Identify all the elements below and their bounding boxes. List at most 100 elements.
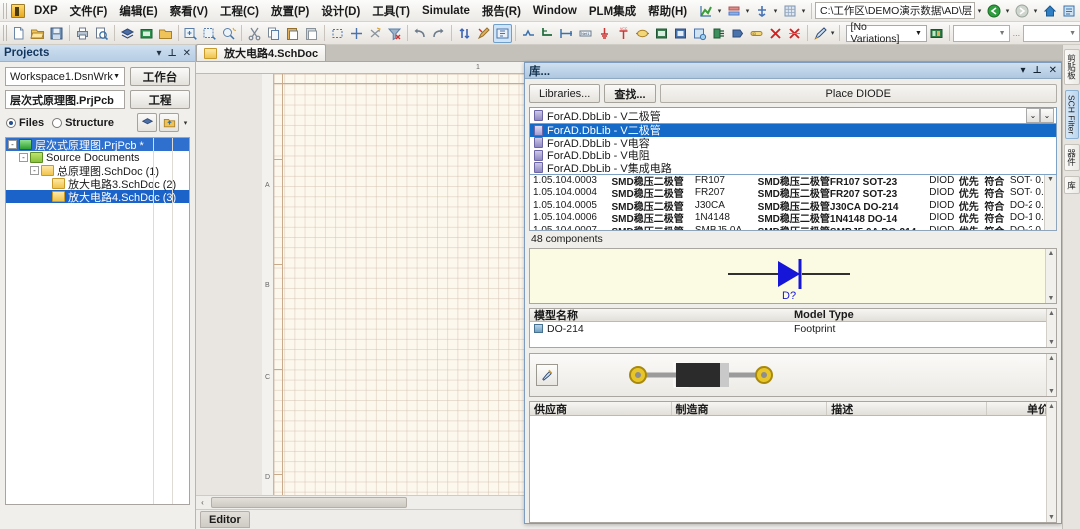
open-document-icon[interactable] [28, 24, 47, 43]
library-expand-icon[interactable]: ⌄ [1040, 108, 1054, 123]
close-icon[interactable]: ✕ [183, 48, 191, 59]
workspace-button[interactable]: 工作台 [130, 67, 190, 86]
pin-icon[interactable]: ⊥ [167, 48, 176, 59]
scroll-up-icon[interactable]: ▲ [1048, 310, 1055, 317]
scroll-down-icon[interactable]: ▼ [1048, 295, 1055, 302]
right-tab-3[interactable]: 库 [1063, 175, 1080, 195]
scroll-up-icon[interactable]: ▲ [1048, 250, 1055, 257]
anchor-tool-icon[interactable] [752, 1, 771, 20]
panel-menu-icon[interactable]: ▾ [1020, 65, 1025, 76]
delete-icon[interactable] [766, 24, 785, 43]
scroll-down-icon[interactable]: ▼ [1048, 388, 1055, 395]
print-preview-icon[interactable] [92, 24, 111, 43]
menu-item-plm[interactable]: PLM集成 [583, 0, 642, 22]
panel-menu-icon[interactable]: ▾ [156, 48, 161, 59]
cut-icon[interactable] [245, 24, 264, 43]
menu-item-place[interactable]: 放置(P) [265, 0, 315, 22]
toolbar-drag-grip[interactable] [3, 25, 8, 41]
place-component-button[interactable]: Place DIODE [659, 84, 1057, 103]
copy-icon[interactable] [264, 24, 283, 43]
documents-icon[interactable] [118, 24, 137, 43]
menu-item-dxp[interactable]: DXP [28, 2, 64, 20]
redo-icon[interactable] [429, 24, 448, 43]
right-tab-1[interactable]: SCH Filter [1064, 89, 1079, 139]
menu-item-project[interactable]: 工程(C) [214, 0, 265, 22]
radio-files[interactable]: Files [6, 117, 44, 129]
layers-filter-icon[interactable] [137, 113, 157, 132]
place-gnd-icon[interactable] [595, 24, 614, 43]
menu-item-edit[interactable]: 编辑(E) [113, 0, 163, 22]
chart-tool-icon[interactable] [696, 1, 715, 20]
radio-structure[interactable]: Structure [52, 117, 114, 129]
place-device-sheet-icon[interactable] [690, 24, 709, 43]
scroll-down-icon[interactable]: ▼ [1048, 514, 1055, 521]
libraries-button[interactable]: Libraries... [529, 84, 601, 103]
cross-probe-icon[interactable] [455, 24, 474, 43]
right-tab-0[interactable]: 剪贴板 [1063, 49, 1080, 85]
print-icon[interactable] [73, 24, 92, 43]
menu-item-view[interactable]: 察看(V) [164, 0, 214, 22]
scroll-down-icon[interactable]: ▼ [1048, 339, 1055, 346]
workspace-combo[interactable]: Workspace1.DsnWrk ▼ [5, 67, 125, 86]
close-icon[interactable]: ✕ [1049, 65, 1057, 76]
project-button[interactable]: 工程 [130, 90, 190, 109]
place-sheet-symbol-icon[interactable] [652, 24, 671, 43]
project-combo[interactable]: 层次式原理图.PrjPcb [5, 90, 125, 109]
clear-filter-icon[interactable] [385, 24, 404, 43]
scroll-left-icon[interactable]: ‹ [196, 496, 209, 509]
new-document-icon[interactable] [9, 24, 28, 43]
layers-dropdown-icon[interactable]: ▾ [743, 1, 752, 20]
draw-dropdown-icon[interactable]: ▾ [830, 24, 836, 43]
place-part-icon[interactable] [633, 24, 652, 43]
pin-icon[interactable]: ⊥ [1032, 65, 1041, 76]
supplier-table[interactable]: 供应商 制造商 描述 单价 ▲ ▼ [529, 401, 1057, 523]
menu-drag-grip[interactable] [3, 2, 9, 19]
move-icon[interactable] [347, 24, 366, 43]
menu-item-help[interactable]: 帮助(H) [642, 0, 693, 22]
project-path-field[interactable]: C:\工作区\DEMO演示数据\AD\层 [815, 2, 975, 19]
paste-special-icon[interactable] [302, 24, 321, 43]
draw-tool-icon[interactable] [811, 24, 830, 43]
browse-components-icon[interactable] [493, 23, 513, 43]
place-harness-icon[interactable] [709, 24, 728, 43]
menu-item-simulate[interactable]: Simulate [416, 2, 476, 20]
navigate-forward-icon[interactable] [1012, 1, 1031, 20]
tree-expander-icon[interactable]: - [8, 140, 17, 149]
place-wire-icon[interactable] [519, 24, 538, 43]
delete-all-icon[interactable] [785, 24, 804, 43]
place-vcc-icon[interactable]: VCC [614, 24, 633, 43]
menu-item-design[interactable]: 设计(D) [315, 0, 366, 22]
tree-expander-icon[interactable]: - [30, 166, 39, 175]
document-tab-amplifier4[interactable]: 放大电路4.SchDoc [196, 44, 327, 61]
anchor-dropdown-icon[interactable]: ▾ [771, 1, 780, 20]
chart-dropdown-icon[interactable]: ▾ [715, 1, 724, 20]
right-tab-2[interactable]: 器件 [1063, 143, 1080, 171]
place-net-label-icon[interactable]: Net1 [576, 24, 595, 43]
deselect-icon[interactable] [366, 24, 385, 43]
library-dropdown-list[interactable]: ForAD.DbLib - V二极管 ForAD.DbLib - V电容 ForAD… [529, 124, 1057, 175]
projects-filter-dropdown-icon[interactable]: ▾ [181, 113, 190, 132]
models-table[interactable]: 模型名称 Model Type DO-214 Footprint ▲ ▼ [529, 308, 1057, 348]
annotate-icon[interactable] [474, 24, 493, 43]
save-icon[interactable] [47, 24, 66, 43]
open-file-filter-icon[interactable] [159, 113, 179, 132]
forward-dropdown-icon[interactable]: ▾ [1031, 1, 1040, 20]
back-dropdown-icon[interactable]: ▾ [1003, 1, 1012, 20]
status-tab-editor[interactable]: Editor [200, 511, 250, 528]
project-tree[interactable]: - 层次式原理图.PrjPcb * - Source Documents - 总原理图.S… [5, 137, 190, 505]
navigate-back-icon[interactable] [984, 1, 1003, 20]
select-area-icon[interactable] [328, 24, 347, 43]
scroll-up-icon[interactable]: ▲ [1048, 403, 1055, 410]
open-project-icon[interactable] [137, 24, 156, 43]
layers-tool-icon[interactable] [724, 1, 743, 20]
place-sheet-entry-icon[interactable] [671, 24, 690, 43]
undo-icon[interactable] [410, 24, 429, 43]
place-no-erc-icon[interactable]: ID [747, 24, 766, 43]
chevron-down-icon[interactable]: ⌄ [1026, 108, 1040, 123]
menu-item-file[interactable]: 文件(F) [64, 0, 114, 22]
place-port-icon[interactable] [728, 24, 747, 43]
menu-item-window[interactable]: Window [527, 2, 583, 20]
browse-icon[interactable] [1059, 1, 1078, 20]
place-bus-icon[interactable] [538, 24, 557, 43]
scroll-up-icon[interactable]: ▲ [1048, 355, 1055, 362]
